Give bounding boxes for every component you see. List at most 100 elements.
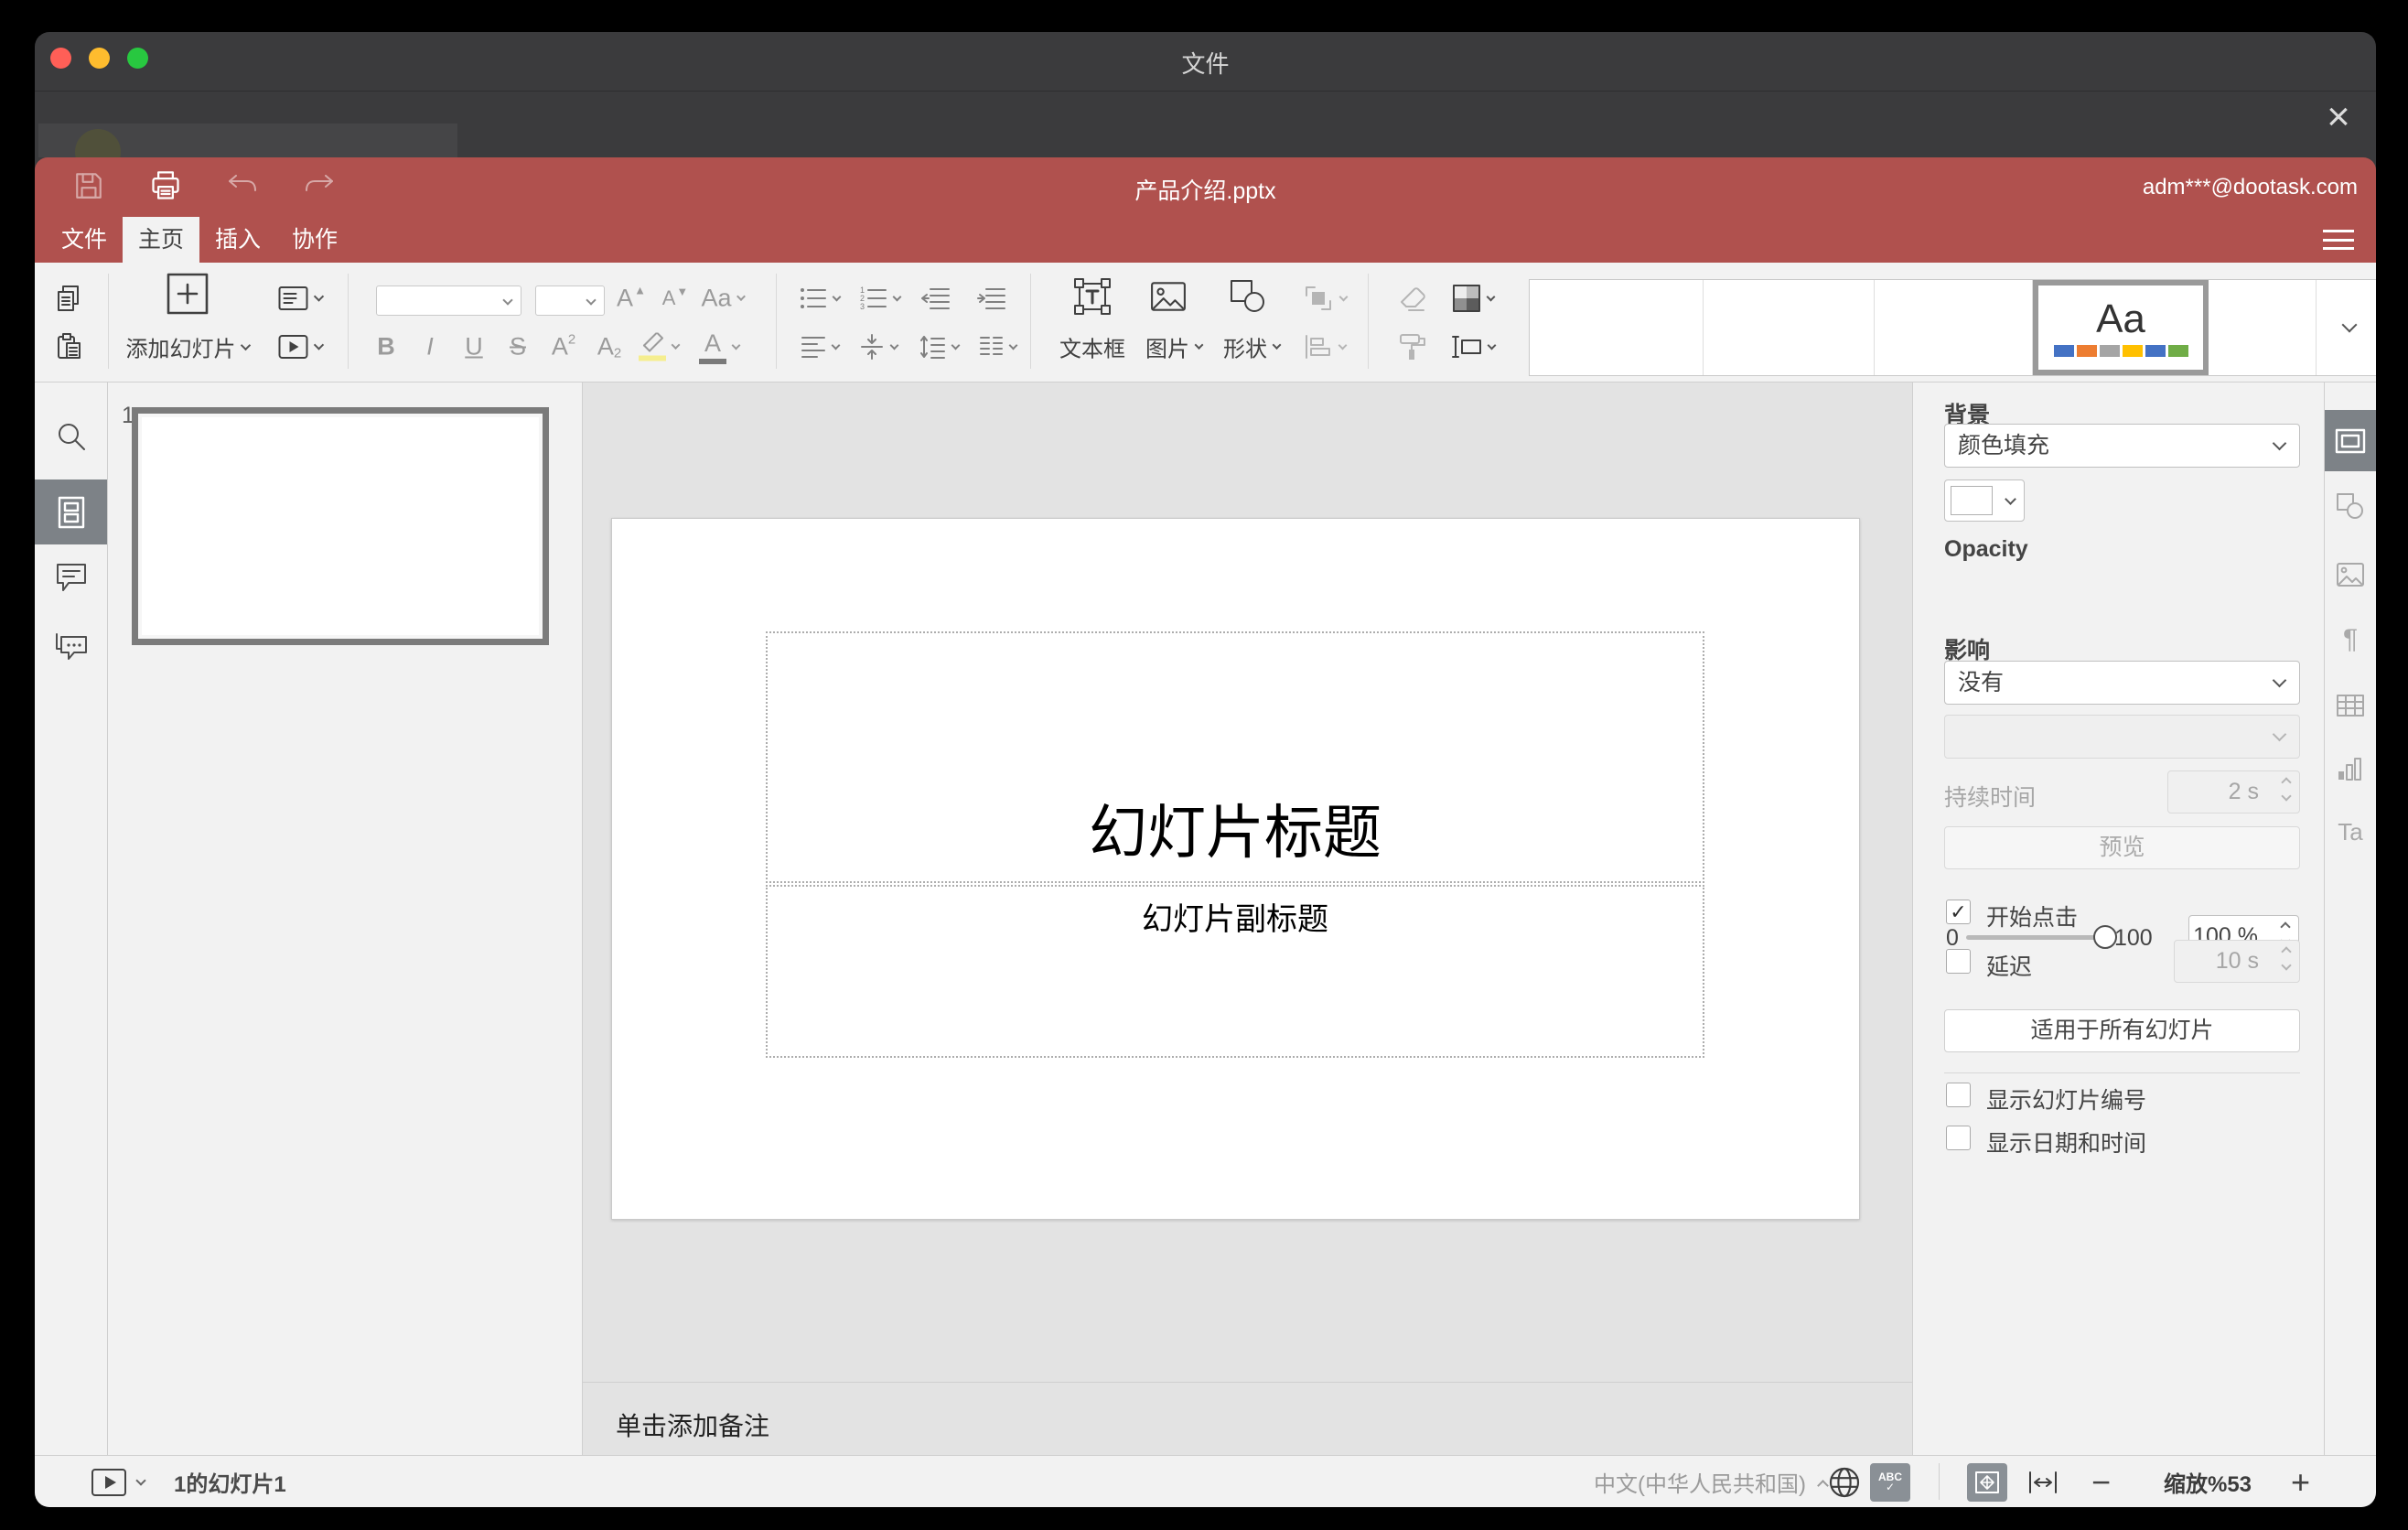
shape-button[interactable]: 形状 bbox=[1223, 331, 1282, 363]
background-color-picker[interactable] bbox=[1944, 479, 2025, 522]
vertical-align-button[interactable] bbox=[859, 334, 899, 360]
duration-input[interactable]: 2 s bbox=[2167, 770, 2300, 813]
theme-option[interactable] bbox=[1704, 280, 1875, 375]
tab-file[interactable]: 文件 bbox=[46, 217, 123, 263]
language-selector[interactable]: 中文(中华人民共和国) bbox=[1594, 1456, 1829, 1507]
table-settings-icon[interactable] bbox=[2325, 694, 2376, 717]
notes-area[interactable]: 单击添加备注 bbox=[583, 1382, 1912, 1455]
theme-swatch bbox=[2167, 344, 2188, 357]
subscript-button[interactable]: A2 bbox=[597, 333, 621, 361]
chart-settings-icon[interactable] bbox=[2325, 756, 2376, 781]
background-fill-select[interactable]: 颜色填充 bbox=[1944, 424, 2300, 468]
paste-icon[interactable] bbox=[55, 332, 84, 361]
checkmark-icon: ✓ bbox=[1950, 900, 1967, 923]
increase-indent-icon[interactable] bbox=[977, 286, 1006, 310]
theme-swatch bbox=[2145, 344, 2166, 357]
slide-settings-icon[interactable] bbox=[2325, 410, 2376, 471]
slide-layout-icon[interactable] bbox=[278, 286, 325, 311]
status-bar: 1的幻灯片1 中文(中华人民共和国) ABC ✓ − 缩放%53 + bbox=[35, 1455, 2376, 1507]
line-spacing-button[interactable] bbox=[919, 334, 961, 360]
slide-thumbnail[interactable] bbox=[132, 407, 549, 645]
theme-gallery-expand-icon[interactable] bbox=[2317, 280, 2376, 375]
increase-font-size-button[interactable]: A ▲ bbox=[617, 284, 646, 313]
editor-header: 产品介绍.pptx adm***@dootask.com 文件 主页 插入 协作 bbox=[35, 157, 2376, 263]
search-icon[interactable] bbox=[35, 421, 107, 452]
notes-placeholder: 单击添加备注 bbox=[616, 1412, 770, 1440]
slide-subtitle-placeholder[interactable]: 幻灯片副标题 bbox=[766, 885, 1704, 1058]
chat-icon[interactable] bbox=[35, 631, 107, 663]
spinner-arrows-icon[interactable] bbox=[2281, 777, 2292, 802]
paragraph-settings-icon[interactable]: ¶ bbox=[2325, 624, 2376, 655]
set-language-icon[interactable] bbox=[1828, 1456, 1861, 1507]
preview-button[interactable]: 预览 bbox=[1944, 826, 2300, 869]
image-icon[interactable] bbox=[1150, 281, 1187, 312]
spinner-arrows-icon[interactable] bbox=[2281, 946, 2292, 971]
start-slideshow-icon[interactable] bbox=[278, 334, 325, 360]
arrange-shape-button[interactable] bbox=[1303, 284, 1349, 313]
copy-style-icon[interactable] bbox=[1398, 332, 1427, 361]
copy-icon[interactable] bbox=[55, 284, 84, 313]
font-color-button[interactable]: A bbox=[699, 329, 741, 364]
zoom-out-button[interactable]: − bbox=[2091, 1456, 2111, 1507]
font-name-select[interactable] bbox=[376, 286, 521, 316]
highlight-color-button[interactable] bbox=[639, 332, 681, 361]
delay-input[interactable]: 10 s bbox=[2174, 940, 2300, 983]
image-button[interactable]: 图片 bbox=[1145, 331, 1204, 363]
fit-to-width-button[interactable] bbox=[2027, 1456, 2059, 1507]
effect-select[interactable]: 没有 bbox=[1944, 661, 2300, 705]
superscript-button[interactable]: A2 bbox=[552, 332, 575, 361]
slides-panel-icon[interactable] bbox=[35, 479, 107, 544]
zoom-in-button[interactable]: + bbox=[2291, 1456, 2310, 1507]
delay-checkbox[interactable] bbox=[1946, 949, 1971, 974]
theme-swatch bbox=[2076, 344, 2097, 357]
clear-style-icon[interactable] bbox=[1397, 285, 1428, 312]
underline-button[interactable]: U bbox=[465, 333, 483, 361]
decrease-font-size-button[interactable]: A ▼ bbox=[662, 285, 689, 310]
image-settings-icon[interactable] bbox=[2325, 562, 2376, 587]
theme-option[interactable] bbox=[1530, 280, 1704, 375]
start-on-click-checkbox[interactable]: ✓ bbox=[1946, 900, 1971, 924]
columns-button[interactable] bbox=[978, 335, 1018, 359]
slide-title-placeholder[interactable]: 幻灯片标题 bbox=[766, 631, 1704, 883]
decrease-indent-icon[interactable] bbox=[921, 286, 951, 310]
font-size-select[interactable] bbox=[535, 286, 605, 316]
zoom-level: 缩放%53 bbox=[2164, 1472, 2252, 1497]
change-case-button[interactable]: Aa bbox=[701, 285, 746, 313]
apply-to-all-slides-button[interactable]: 适用于所有幻灯片 bbox=[1944, 1009, 2300, 1052]
shape-icon[interactable] bbox=[1230, 279, 1266, 314]
spell-check-button[interactable]: ABC ✓ bbox=[1870, 1456, 1910, 1507]
theme-option[interactable] bbox=[2209, 280, 2317, 375]
slide-canvas[interactable]: 幻灯片标题 幻灯片副标题 bbox=[611, 518, 1860, 1220]
theme-option-selected[interactable]: Aa bbox=[2033, 280, 2209, 375]
fit-to-slide-button[interactable] bbox=[1967, 1456, 2007, 1507]
numbered-list-button[interactable]: 123 bbox=[860, 286, 902, 310]
bold-button[interactable]: B bbox=[377, 333, 395, 361]
theme-swatch bbox=[2099, 344, 2120, 357]
tab-insert[interactable]: 插入 bbox=[199, 217, 276, 263]
comments-icon[interactable] bbox=[35, 562, 107, 593]
add-slide-button[interactable]: 添加幻灯片 bbox=[126, 331, 252, 363]
show-date-time-checkbox[interactable] bbox=[1946, 1126, 1971, 1150]
show-slide-number-checkbox[interactable] bbox=[1946, 1083, 1971, 1107]
effect-type-select[interactable] bbox=[1944, 715, 2300, 759]
horizontal-align-button[interactable] bbox=[801, 335, 841, 359]
shape-settings-icon[interactable] bbox=[2325, 492, 2376, 520]
slideshow-options-icon[interactable] bbox=[135, 1456, 146, 1507]
text-box-icon[interactable] bbox=[1073, 277, 1112, 316]
slide-size-button[interactable] bbox=[1451, 334, 1497, 360]
start-slideshow-status-button[interactable] bbox=[91, 1456, 126, 1507]
fill-color-button[interactable] bbox=[1452, 284, 1496, 313]
text-box-button[interactable]: 文本框 bbox=[1059, 331, 1125, 363]
strikethrough-button[interactable]: S bbox=[510, 333, 526, 361]
theme-option[interactable] bbox=[1875, 280, 2033, 375]
close-icon[interactable]: × bbox=[2318, 96, 2359, 138]
opacity-slider-track[interactable] bbox=[1966, 935, 2105, 940]
tab-collaboration[interactable]: 协作 bbox=[276, 217, 353, 263]
bullet-list-button[interactable] bbox=[800, 286, 842, 310]
text-art-settings-icon[interactable]: Ta bbox=[2325, 818, 2376, 846]
align-shape-button[interactable] bbox=[1304, 334, 1348, 360]
add-slide-icon[interactable] bbox=[167, 273, 209, 315]
tab-home[interactable]: 主页 bbox=[123, 217, 200, 263]
menu-icon[interactable] bbox=[2323, 230, 2354, 250]
italic-button[interactable]: I bbox=[426, 333, 434, 361]
